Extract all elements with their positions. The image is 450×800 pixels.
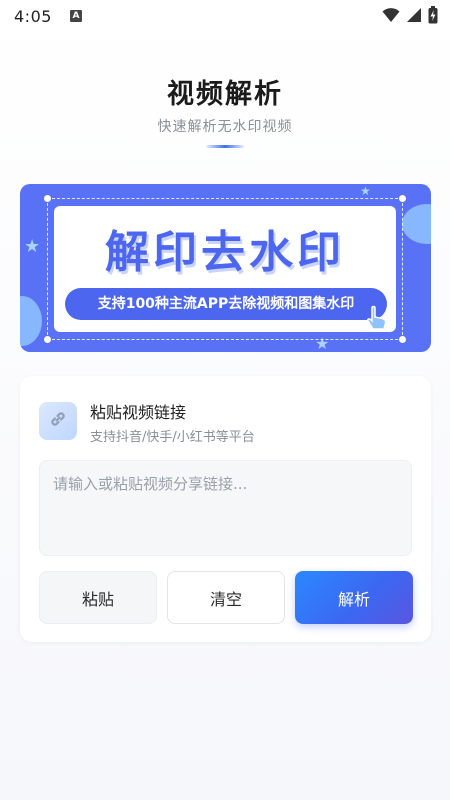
star-icon: ★ [360, 184, 371, 198]
status-icons [382, 6, 438, 28]
status-time: 4:05 [14, 6, 52, 26]
banner-circle-decoration [20, 296, 42, 346]
frame-handle [398, 335, 407, 344]
card-subtitle: 支持抖音/快手/小红书等平台 [90, 430, 255, 445]
frame-handle [43, 335, 52, 344]
notification-badge: A [69, 10, 82, 22]
promo-banner: ★ ★ ★ 解印去水印 支持100种主流APP去除视频和图集水印 [20, 184, 431, 352]
card-title: 粘贴视频链接 [90, 403, 187, 422]
link-input-card: 粘贴视频链接 支持抖音/快手/小红书等平台 粘贴 清空 解析 [20, 376, 431, 642]
banner-headline: 解印去水印 [105, 227, 345, 278]
link-icon-badge [39, 402, 77, 440]
battery-charging-icon [428, 6, 438, 28]
video-link-input[interactable] [39, 460, 412, 556]
signal-icon [406, 7, 422, 27]
clear-button[interactable]: 清空 [167, 571, 285, 624]
wifi-icon [382, 7, 400, 27]
frame-handle [43, 194, 52, 203]
banner-tagline: 支持100种主流APP去除视频和图集水印 [65, 288, 387, 320]
paste-button[interactable]: 粘贴 [39, 571, 157, 624]
status-bar: 4:05 A [0, 0, 450, 32]
link-icon [48, 409, 68, 433]
frame-handle [398, 194, 407, 203]
star-icon: ★ [24, 236, 41, 257]
banner-circle-decoration [402, 204, 431, 244]
hand-pointer-icon [363, 304, 391, 336]
page-subtitle: 快速解析无水印视频 [157, 119, 293, 135]
title-underline [206, 145, 244, 148]
banner-card: 解印去水印 支持100种主流APP去除视频和图集水印 [54, 206, 396, 332]
parse-button[interactable]: 解析 [295, 571, 413, 624]
page-title: 视频解析 [167, 79, 283, 110]
